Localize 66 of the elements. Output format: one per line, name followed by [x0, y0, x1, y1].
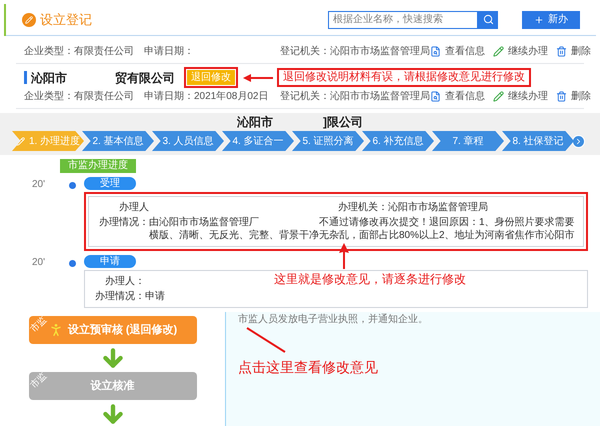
edit-icon	[22, 12, 36, 26]
document-search-icon	[430, 46, 441, 57]
callout-text: 退回修改说明材料有误，请根据修改意见进行修改	[277, 68, 531, 87]
annotation-text: 这里就是修改意见，请逐条进行修改	[274, 271, 466, 288]
entry-year: 20'	[31, 178, 46, 192]
search-field[interactable]: 根据企业名称，快速搜索	[328, 10, 478, 28]
record-meta: 企业类型：有限责任公司	[24, 44, 135, 59]
pencil-icon	[16, 136, 25, 146]
company-title: ]限公司	[323, 114, 363, 131]
field-value: 申请	[145, 290, 165, 303]
new-button[interactable]: 新办	[522, 10, 580, 28]
step-tab[interactable]: 6. 补充信息	[362, 131, 434, 151]
record-action[interactable]: 查看信息	[430, 44, 485, 59]
step-tab[interactable]: 1. 办理进度	[12, 131, 84, 151]
pencil-icon	[493, 91, 504, 102]
record-meta: 申请日期：	[144, 44, 195, 59]
trash-icon	[556, 91, 567, 102]
status-badge: 退回修改	[187, 70, 235, 85]
step-tab[interactable]: 3. 人员信息	[152, 131, 224, 151]
search-button[interactable]	[478, 10, 498, 28]
field-value: 由沁阳市市场监督管理厂 不通过请修改再次提交！退回原因：1、身份照片要求需要横版、清晰、无反光、完整、背景干净无杂乱，面部占比80%以上2、地址为河南省焦作市沁阳市	[149, 216, 575, 242]
field-value: 沁阳市市场监督管理局	[388, 201, 488, 214]
step-tab[interactable]: 4. 多证合一	[222, 131, 294, 151]
record-meta: 登记机关：沁阳市市场监督管理局	[280, 44, 430, 59]
search-icon	[482, 14, 494, 25]
arrow-icon	[243, 74, 273, 82]
record-action[interactable]: 删除	[556, 44, 591, 59]
flow-step[interactable]: 市监 设立核准	[28, 372, 196, 400]
field-label: 办理机关：	[337, 201, 388, 214]
record-action[interactable]: 继续办理	[493, 44, 548, 59]
stage-pill: 申请	[84, 255, 136, 268]
record-accent	[24, 71, 27, 84]
step-tab[interactable]: 8. 社保登记	[502, 131, 574, 151]
corner-label: 市监	[27, 370, 49, 392]
company-title: 沁阳市	[237, 114, 273, 131]
plus-icon	[534, 14, 544, 24]
record-action[interactable]: 删除	[556, 89, 591, 104]
record-meta: 登记机关：沁阳市市场监督管理局	[280, 90, 430, 104]
flow-step-title: 设立预审核 (退回修改)	[68, 322, 178, 338]
field-label: 办理情况：	[94, 290, 145, 303]
annotation-text: 点击这里查看修改意见	[238, 358, 379, 377]
page-title: 设立登记	[40, 10, 92, 29]
company-name: 沁阳市	[31, 70, 67, 86]
detail-text: 市监人员发放电子营业执照，并通知企业。	[238, 312, 429, 327]
flow-step[interactable]: 市监 设立预审核 (退回修改)	[28, 316, 196, 344]
field-label: 办理情况：	[98, 216, 149, 230]
step-tab[interactable]: 5. 证照分离	[292, 131, 364, 151]
entry-year: 20'	[31, 256, 46, 270]
step-tab[interactable]: 2. 基本信息	[82, 131, 154, 151]
pencil-icon	[493, 46, 504, 57]
next-step-button[interactable]	[572, 134, 585, 148]
step-tab[interactable]: 7. 章程	[432, 131, 504, 151]
company-name: 贸有限公司	[115, 70, 175, 86]
chevron-right-icon	[574, 136, 583, 146]
field-label: 办理人：	[104, 275, 145, 288]
trash-icon	[556, 46, 567, 57]
record-action[interactable]: 继续办理	[493, 89, 548, 104]
record-action[interactable]: 查看信息	[430, 89, 485, 104]
corner-label: 市监	[27, 314, 49, 336]
flow-step-title: 设立核准	[90, 378, 134, 394]
stage-pill: 受理	[84, 177, 136, 190]
record-meta: 企业类型：有限责任公司	[24, 90, 135, 104]
field-label: 办理人	[118, 201, 149, 214]
progress-tag: 市监办理进度	[60, 159, 136, 173]
record-meta: 申请日期：2021年08月02日	[144, 90, 270, 104]
document-search-icon	[430, 91, 441, 102]
